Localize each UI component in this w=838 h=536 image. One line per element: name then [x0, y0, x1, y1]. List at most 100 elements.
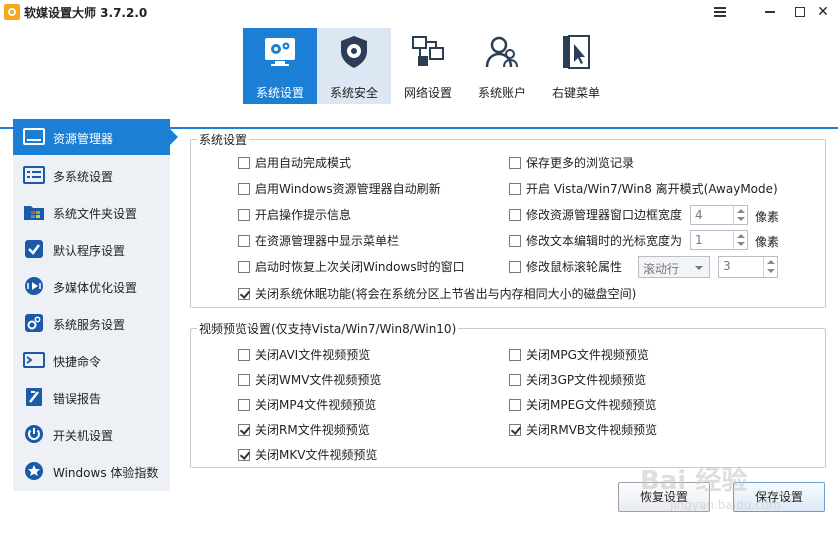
checkbox-box[interactable]: [238, 208, 250, 221]
checkbox-box[interactable]: [238, 373, 250, 386]
checkbox-rm-preview[interactable]: 关闭RM文件视频预览: [238, 421, 370, 438]
checkbox-label: 关闭3GP文件视频预览: [526, 373, 647, 387]
checkbox-box[interactable]: [509, 348, 521, 361]
checkbox-box[interactable]: [509, 234, 521, 247]
arrow-up-icon[interactable]: [737, 234, 745, 238]
group-title: 系统设置: [197, 131, 250, 148]
watermark-url: jingyan.baidu.com: [670, 498, 781, 512]
cursor-width-unit: 像素: [755, 235, 780, 249]
stepper-arrows[interactable]: [733, 231, 747, 249]
checkbox-label: 启用Windows资源管理器自动刷新: [255, 182, 441, 196]
checkbox-3gp-preview[interactable]: 关闭3GP文件视频预览: [509, 371, 646, 388]
tab-label: 网络设置: [403, 86, 452, 100]
checkbox-label: 关闭RM文件视频预览: [255, 423, 370, 437]
checkbox-border-width[interactable]: 修改资源管理器窗口边框宽度: [509, 206, 682, 223]
checkbox-box[interactable]: [509, 260, 521, 273]
checkbox-avi-preview[interactable]: 关闭AVI文件视频预览: [238, 346, 370, 363]
checkbox-mkv-preview[interactable]: 关闭MKV文件视频预览: [238, 446, 377, 463]
stepper-arrows[interactable]: [763, 257, 777, 277]
checkbox-disable-hibernate[interactable]: 关闭系统休眠功能(将会在系统分区上节省出与内存相同大小的磁盘空间): [238, 285, 636, 302]
sidebar-item-power[interactable]: 开关机设置: [13, 416, 170, 452]
cursor-width-stepper[interactable]: 1: [690, 230, 748, 250]
hamburger-icon: [714, 7, 726, 17]
checkbox-mp4-preview[interactable]: 关闭MP4文件视频预览: [238, 396, 376, 413]
checkbox-label: 启用自动完成模式: [255, 156, 352, 170]
sidebar-item-default-programs[interactable]: 默认程序设置: [13, 231, 170, 267]
stepper-value: 1: [695, 233, 703, 247]
arrow-down-icon[interactable]: [737, 217, 745, 221]
stepper-arrows[interactable]: [733, 206, 747, 224]
checkbox-cursor-width[interactable]: 修改文本编辑时的光标宽度为: [509, 232, 682, 249]
checkbox-label: 修改文本编辑时的光标宽度为: [526, 234, 683, 248]
checkbox-box[interactable]: [238, 182, 250, 195]
multimedia-icon: [25, 277, 43, 295]
checkbox-label: 关闭系统休眠功能(将会在系统分区上节省出与内存相同大小的磁盘空间): [255, 287, 637, 301]
sidebar-item-label: 多系统设置: [53, 170, 114, 184]
checkbox-box[interactable]: [238, 260, 250, 273]
tab-context-menu[interactable]: 右键菜单: [539, 28, 613, 104]
checkbox-box[interactable]: [238, 398, 250, 411]
arrow-up-icon[interactable]: [737, 209, 745, 213]
checkbox-label: 在资源管理器中显示菜单栏: [255, 234, 400, 248]
checkbox-box[interactable]: [238, 348, 250, 361]
sidebar-item-label: 快捷命令: [53, 355, 102, 369]
checkbox-box[interactable]: [238, 234, 250, 247]
checkbox-box[interactable]: [238, 287, 250, 300]
select-value: 滚动行: [643, 262, 680, 276]
checkbox-show-menubar[interactable]: 在资源管理器中显示菜单栏: [238, 232, 399, 249]
sidebar-item-label: 默认程序设置: [53, 244, 126, 258]
tab-system-security[interactable]: 系统安全: [317, 28, 391, 104]
checkbox-box[interactable]: [509, 208, 521, 221]
checkbox-box[interactable]: [509, 373, 521, 386]
checkbox-label: 关闭MPEG文件视频预览: [526, 398, 657, 412]
checkbox-box[interactable]: [238, 423, 250, 436]
checkbox-mouse-wheel[interactable]: 修改鼠标滚轮属性: [509, 258, 622, 275]
arrow-down-icon[interactable]: [737, 242, 745, 246]
checkbox-restore-windows[interactable]: 启动时恢复上次关闭Windows时的窗口: [238, 258, 465, 275]
checkbox-tooltips[interactable]: 开启操作提示信息: [238, 206, 351, 223]
checkbox-box[interactable]: [509, 182, 521, 195]
tab-system-accounts[interactable]: 系统账户: [465, 28, 539, 104]
sidebar: 资源管理器 多系统设置 系统文件夹设置 默认程序设置 多媒体优化设置 系统服务设…: [13, 119, 178, 491]
checkbox-mpeg-preview[interactable]: 关闭MPEG文件视频预览: [509, 396, 656, 413]
wheel-mode-select[interactable]: 滚动行: [638, 256, 710, 278]
checkbox-away-mode[interactable]: 开启 Vista/Win7/Win8 离开模式(AwayMode): [509, 180, 778, 197]
windows-folder-icon: [24, 206, 44, 220]
wheel-lines-stepper[interactable]: 3: [718, 256, 778, 278]
sidebar-item-multimedia[interactable]: 多媒体优化设置: [13, 268, 170, 304]
checkbox-box[interactable]: [509, 398, 521, 411]
checkbox-mpg-preview[interactable]: 关闭MPG文件视频预览: [509, 346, 649, 363]
sidebar-item-system-folders[interactable]: 系统文件夹设置: [13, 194, 170, 230]
arrow-down-icon[interactable]: [767, 269, 775, 273]
checkbox-more-history[interactable]: 保存更多的浏览记录: [509, 154, 634, 171]
checkbox-box[interactable]: [509, 156, 521, 169]
maximize-icon: [795, 7, 805, 17]
sidebar-item-experience-index[interactable]: Windows 体验指数: [13, 453, 170, 489]
checkbox-wmv-preview[interactable]: 关闭WMV文件视频预览: [238, 371, 381, 388]
tab-network-settings[interactable]: 网络设置: [391, 28, 465, 104]
checkbox-box[interactable]: [238, 156, 250, 169]
sidebar-item-multi-system[interactable]: 多系统设置: [13, 157, 170, 193]
checkbox-box[interactable]: [509, 423, 521, 436]
stepper-value: 3: [723, 259, 731, 273]
sidebar-item-explorer[interactable]: 资源管理器: [13, 119, 178, 155]
checkbox-autocomplete[interactable]: 启用自动完成模式: [238, 154, 351, 171]
minimize-icon: [765, 11, 775, 13]
error-report-icon: [26, 388, 42, 406]
border-width-stepper[interactable]: 4: [690, 205, 748, 225]
default-program-icon: [25, 240, 43, 258]
sidebar-item-shortcut-commands[interactable]: 快捷命令: [13, 342, 170, 378]
checkbox-explorer-auto-refresh[interactable]: 启用Windows资源管理器自动刷新: [238, 180, 441, 197]
checkbox-label: 修改鼠标滚轮属性: [526, 260, 623, 274]
experience-index-icon: [25, 462, 43, 480]
checkbox-box[interactable]: [238, 448, 250, 461]
menu-button[interactable]: [700, 0, 740, 24]
checkbox-label: 关闭MP4文件视频预览: [255, 398, 377, 412]
checkbox-rmvb-preview[interactable]: 关闭RMVB文件视频预览: [509, 421, 657, 438]
close-button[interactable]: ✕: [808, 0, 838, 24]
sidebar-item-error-report[interactable]: 错误报告: [13, 379, 170, 415]
baidu-watermark: Bai 经验 jingyan.baidu.com: [640, 460, 830, 530]
arrow-up-icon[interactable]: [767, 260, 775, 264]
tab-system-settings[interactable]: 系统设置: [243, 28, 317, 104]
sidebar-item-services[interactable]: 系统服务设置: [13, 305, 170, 341]
